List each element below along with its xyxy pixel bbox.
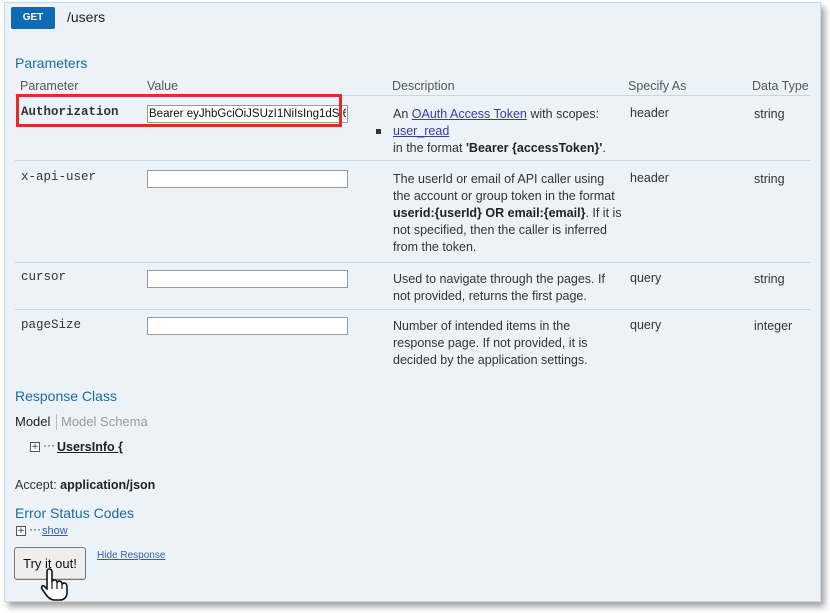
desc-format-prefix: in the format xyxy=(393,141,466,155)
http-method-badge: GET xyxy=(11,7,55,29)
col-parameter: Parameter xyxy=(20,79,79,93)
expand-plus-icon[interactable]: + xyxy=(16,526,26,536)
endpoint-path[interactable]: /users xyxy=(67,9,105,25)
desc-line: response page. If not provided, it is xyxy=(393,336,588,350)
desc-line: not provided, returns the first page. xyxy=(393,289,587,303)
col-data-type: Data Type xyxy=(752,79,809,93)
desc-line: Number of intended items in the xyxy=(393,319,571,333)
accept-label: Accept: xyxy=(15,478,61,492)
desc-line: from the token. xyxy=(393,240,477,254)
desc-format-bold: 'Bearer {accessToken}' xyxy=(465,141,603,155)
col-specify-as: Specify As xyxy=(628,79,687,93)
error-expander-dots[interactable]: ··· xyxy=(29,522,41,536)
data-type-cursor: string xyxy=(754,272,785,286)
authorization-description: An OAuth Access Token with scopes: user_… xyxy=(393,106,623,157)
data-type-pagesize: integer xyxy=(754,319,793,333)
tab-divider xyxy=(56,414,57,430)
row-divider xyxy=(15,262,810,263)
endpoint-panel: GET /users Parameters Parameter Value De… xyxy=(4,2,821,602)
x-api-user-input[interactable] xyxy=(147,170,348,188)
specify-as-authorization: header xyxy=(630,106,669,120)
specify-as-pagesize: query xyxy=(630,318,662,332)
pagesize-input[interactable] xyxy=(147,317,348,335)
pagesize-description: Number of intended items in the response… xyxy=(393,318,623,369)
desc-line: The userId or email of API caller using xyxy=(393,172,605,186)
desc-format-suffix: . xyxy=(602,141,606,155)
cursor-input[interactable] xyxy=(147,270,348,288)
cursor-description: Used to navigate through the pages. If n… xyxy=(393,271,623,305)
specify-as-cursor: query xyxy=(630,271,662,285)
model-name-usersinfo[interactable]: UsersInfo { xyxy=(57,440,123,454)
data-type-authorization: string xyxy=(754,107,785,121)
scope-user-read-link[interactable]: user_read xyxy=(393,124,449,138)
desc-line: the account or group token in the format xyxy=(393,189,615,203)
desc-line: Used to navigate through the pages. If xyxy=(393,272,605,286)
col-value: Value xyxy=(147,79,179,93)
data-type-x-api-user: string xyxy=(754,172,785,186)
param-name-x-api-user: x-api-user xyxy=(21,170,97,184)
param-name-cursor: cursor xyxy=(21,270,67,284)
hide-response-link[interactable]: Hide Response xyxy=(97,550,165,561)
desc-mid: with scopes: xyxy=(526,107,600,121)
row-divider xyxy=(15,160,810,161)
param-name-pagesize: pageSize xyxy=(21,318,82,332)
error-status-codes-title: Error Status Codes xyxy=(15,505,135,521)
accept-line: Accept: application/json xyxy=(15,478,155,492)
specify-as-x-api-user: header xyxy=(630,171,669,185)
highlight-box xyxy=(16,94,342,127)
desc-bold: userid:{userId} OR email:{email} xyxy=(393,206,586,220)
col-description: Description xyxy=(392,79,455,93)
show-error-codes-link[interactable]: show xyxy=(42,525,68,537)
desc-line: not specified, then the caller is inferr… xyxy=(393,223,608,237)
oauth-token-link[interactable]: OAuth Access Token xyxy=(412,107,527,121)
desc-after-bold: . If it is xyxy=(585,206,622,220)
hand-pointer-icon xyxy=(40,568,68,601)
accept-value: application/json xyxy=(60,478,156,492)
scope-bullet xyxy=(376,129,381,134)
tab-model[interactable]: Model xyxy=(15,414,50,429)
tab-model-schema[interactable]: Model Schema xyxy=(61,414,148,429)
model-expander-dots[interactable]: ··· xyxy=(43,438,55,452)
row-divider xyxy=(15,309,810,310)
hide-response-text[interactable]: Hide Response xyxy=(97,550,165,561)
desc-line: decided by the application settings. xyxy=(393,353,588,367)
show-link-text[interactable]: show xyxy=(42,525,68,537)
desc-prefix: An xyxy=(393,107,412,121)
response-class-title: Response Class xyxy=(15,388,117,404)
x-api-user-description: The userId or email of API caller using … xyxy=(393,171,623,256)
parameters-title: Parameters xyxy=(15,55,88,71)
expand-plus-icon[interactable]: + xyxy=(30,442,40,452)
